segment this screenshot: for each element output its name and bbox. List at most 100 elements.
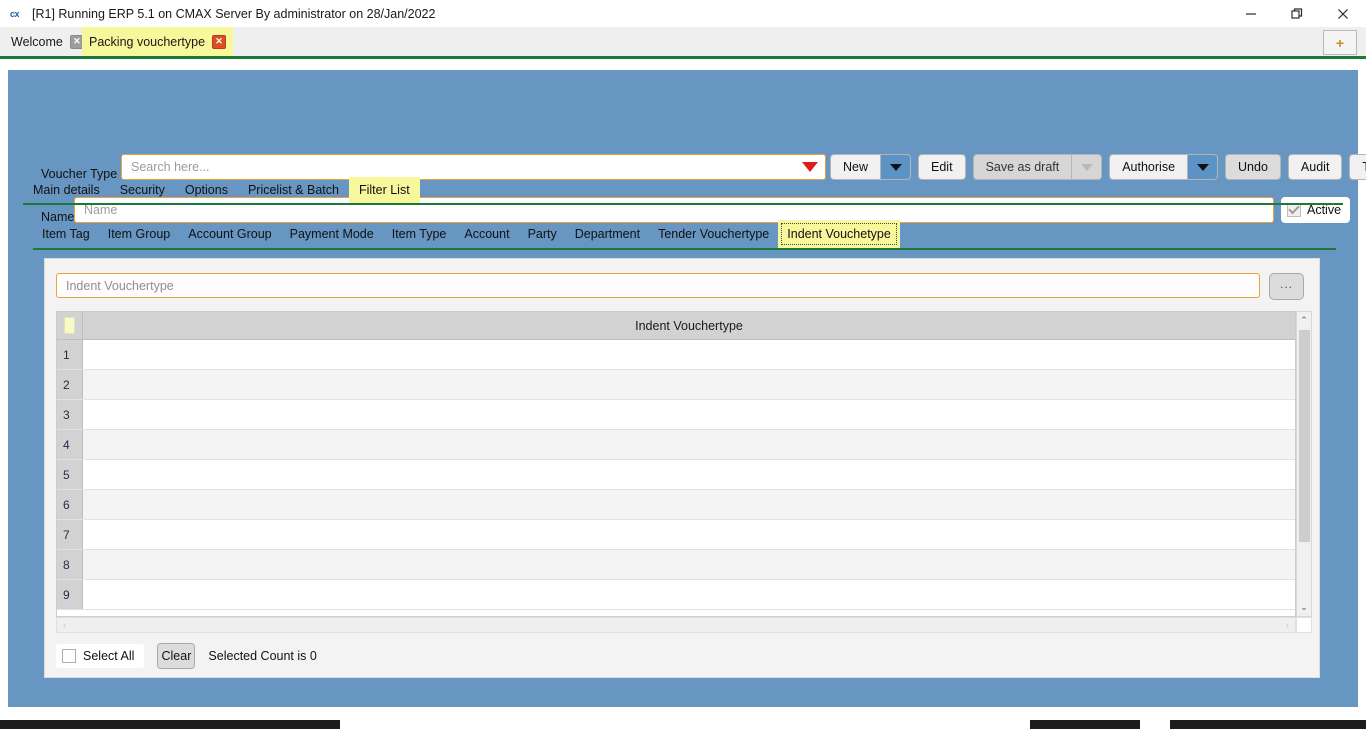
table-row[interactable]: 4 [57, 430, 1295, 460]
scroll-up-icon[interactable]: ⌃ [1297, 312, 1311, 329]
select-all-checkbox[interactable]: Select All [56, 644, 145, 668]
undo-button-label: Undo [1238, 160, 1268, 174]
row-cell[interactable] [83, 400, 1295, 429]
tab-main-details[interactable]: Main details [23, 177, 110, 203]
checkbox-icon[interactable] [1287, 203, 1301, 217]
tab-party[interactable]: Party [519, 220, 566, 248]
document-tab-packing-vouchertype[interactable]: Packing vouchertype ✕ [82, 27, 234, 56]
main-content-area: Voucher Type Search here... New Edit Sav… [0, 62, 1366, 729]
row-cell[interactable] [83, 580, 1295, 609]
template-button[interactable]: Template [1349, 154, 1366, 180]
row-cell[interactable] [83, 430, 1295, 459]
indent-vouchertype-grid: Indent Vouchertype 1 2 3 4 5 6 7 8 9 [56, 311, 1296, 617]
grid-column-header-indent-vouchertype[interactable]: Indent Vouchertype [83, 312, 1295, 339]
active-label: Active [1307, 203, 1342, 217]
tab-indent-vouchetype[interactable]: Indent Vouchetype [778, 220, 900, 248]
browse-button[interactable]: ... [1269, 273, 1304, 300]
grid-search-placeholder: Indent Vouchertype [66, 278, 174, 293]
tab-account[interactable]: Account [455, 220, 518, 248]
tab-item-group[interactable]: Item Group [99, 220, 180, 248]
new-tab-button[interactable]: + [1323, 30, 1357, 55]
tab-department[interactable]: Department [566, 220, 649, 248]
table-row[interactable]: 6 [57, 490, 1295, 520]
scroll-right-icon[interactable]: › [1286, 620, 1289, 631]
template-button-label: Template [1350, 160, 1366, 174]
save-as-draft-button-label: Save as draft [985, 160, 1060, 174]
tab-close-icon[interactable]: ✕ [212, 34, 227, 49]
tab-label: Welcome [11, 34, 63, 49]
tab-item-tag[interactable]: Item Tag [33, 220, 99, 248]
row-cell[interactable] [83, 340, 1295, 369]
tab-label: Packing vouchertype [89, 34, 206, 49]
grid-corner-cell[interactable] [57, 312, 83, 339]
edit-button-label: Edit [931, 160, 953, 174]
table-row[interactable]: 7 [57, 520, 1295, 550]
row-number: 3 [57, 400, 83, 429]
authorise-dropdown-icon[interactable] [1187, 155, 1218, 179]
save-as-draft-dropdown-icon[interactable] [1071, 155, 1102, 179]
select-all-label: Select All [83, 649, 135, 663]
authorise-button-label: Authorise [1122, 160, 1176, 174]
form-panel: Voucher Type Search here... New Edit Sav… [8, 70, 1366, 707]
voucher-type-placeholder: Search here... [131, 160, 210, 174]
tab-pricelist-and-batch[interactable]: Pricelist & Batch [238, 177, 349, 203]
name-placeholder: Name [84, 203, 118, 217]
row-number: 4 [57, 430, 83, 459]
table-row[interactable]: 5 [57, 460, 1295, 490]
tab-security[interactable]: Security [110, 177, 175, 203]
tab-options[interactable]: Options [175, 177, 238, 203]
new-button-label: New [843, 160, 869, 174]
table-row[interactable]: 3 [57, 400, 1295, 430]
table-row[interactable]: 9 [57, 580, 1295, 610]
row-number: 1 [57, 340, 83, 369]
table-row[interactable]: 2 [57, 370, 1295, 400]
tab-account-group[interactable]: Account Group [179, 220, 280, 248]
tab-filter-list[interactable]: Filter List [348, 177, 420, 203]
row-number: 7 [57, 520, 83, 549]
app-icon: cx [10, 8, 20, 19]
row-number: 2 [57, 370, 83, 399]
tab-payment-mode[interactable]: Payment Mode [281, 220, 383, 248]
vertical-scroll-thumb[interactable] [1299, 330, 1310, 542]
document-tab-strip: Welcome ✕ Packing vouchertype ✕ + [0, 27, 1366, 59]
row-number: 6 [57, 490, 83, 519]
row-number: 5 [57, 460, 83, 489]
minimize-icon[interactable] [1228, 0, 1274, 27]
taskbar-sliver [0, 715, 1366, 729]
filter-list-panel: Indent Vouchertype ... Indent Vouchertyp… [44, 258, 1320, 678]
audit-button-label: Audit [1300, 160, 1330, 174]
window-title: [R1] Running ERP 5.1 on CMAX Server By a… [32, 6, 436, 21]
table-row[interactable]: 8 [57, 550, 1295, 580]
title-bar: cx [R1] Running ERP 5.1 on CMAX Server B… [0, 0, 1366, 27]
scroll-left-icon[interactable]: ‹ [63, 620, 66, 631]
row-cell[interactable] [83, 520, 1295, 549]
grid-header-row: Indent Vouchertype [57, 312, 1295, 340]
tab-tender-vouchertype[interactable]: Tender Vouchertype [649, 220, 778, 248]
row-cell[interactable] [83, 490, 1295, 519]
grid-search-row: Indent Vouchertype ... [56, 273, 1304, 300]
restore-icon[interactable] [1274, 0, 1320, 27]
secondary-tab-bar: Item Tag Item Group Account Group Paymen… [33, 220, 1336, 250]
checkbox-icon[interactable] [62, 649, 76, 663]
row-cell[interactable] [83, 550, 1295, 579]
row-cell[interactable] [83, 460, 1295, 489]
clear-button[interactable]: Clear [157, 643, 196, 669]
row-number: 9 [57, 580, 83, 609]
primary-tab-bar: Main details Security Options Pricelist … [23, 177, 1343, 205]
grid-search-input[interactable]: Indent Vouchertype [56, 273, 1260, 298]
grid-corner-marker-icon [64, 317, 75, 334]
voucher-type-dropdown-icon[interactable] [795, 162, 825, 172]
document-tab-welcome[interactable]: Welcome ✕ [4, 27, 91, 56]
close-icon[interactable] [1320, 0, 1366, 27]
window-controls [1228, 0, 1366, 27]
grid-footer: Select All Clear Selected Count is 0 [56, 643, 317, 669]
row-number: 8 [57, 550, 83, 579]
tab-item-type[interactable]: Item Type [383, 220, 456, 248]
scroll-down-icon[interactable]: ⌄ [1297, 599, 1311, 616]
grid-horizontal-scrollbar[interactable]: ‹ › [56, 617, 1296, 633]
table-row[interactable]: 1 [57, 340, 1295, 370]
grid-vertical-scrollbar[interactable]: ⌃ ⌄ [1296, 311, 1312, 617]
selected-count-text: Selected Count is 0 [208, 649, 317, 663]
row-cell[interactable] [83, 370, 1295, 399]
new-dropdown-icon[interactable] [880, 155, 911, 179]
